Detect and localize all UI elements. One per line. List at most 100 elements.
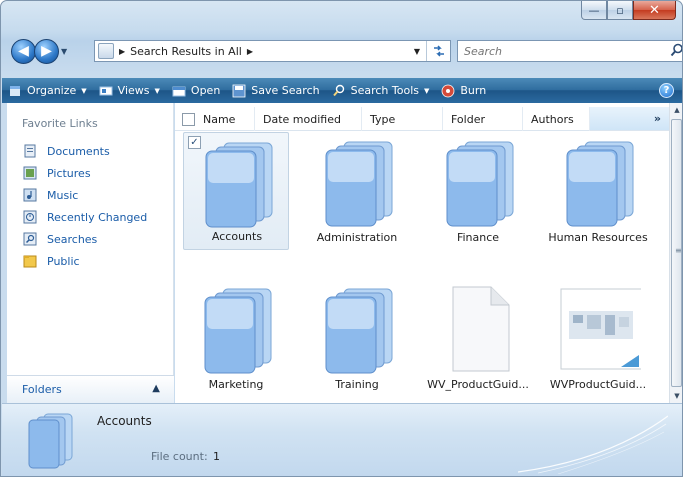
search-folder-icon (98, 43, 114, 59)
column-header-name[interactable]: Name (175, 107, 255, 131)
views-icon (99, 86, 113, 95)
organize-icon (10, 85, 20, 96)
views-button[interactable]: Views ▼ (93, 78, 166, 103)
refresh-button[interactable] (426, 41, 450, 61)
forward-button[interactable]: ▶ (34, 38, 59, 64)
column-headers: Name Date modified Type Folder Authors » (175, 107, 669, 131)
search-input[interactable] (464, 44, 664, 58)
help-icon: ? (663, 85, 670, 96)
file-tile-wvproductguide-image[interactable]: WVProductGuid... (545, 279, 651, 397)
favorite-link-public[interactable]: Public (23, 250, 147, 272)
minimize-button[interactable]: — (581, 1, 607, 20)
address-dropdown-icon[interactable]: ▼ (414, 47, 420, 56)
refresh-icon (433, 45, 444, 57)
favorite-link-pictures[interactable]: Pictures (23, 162, 147, 184)
open-icon (172, 86, 186, 96)
recently-changed-icon (23, 210, 37, 224)
folder-icon (446, 141, 514, 227)
folder-tile-training[interactable]: Training (304, 279, 410, 397)
folder-tile-accounts[interactable]: ✓ Accounts (183, 132, 289, 250)
folder-tile-human-resources[interactable]: Human Resources (545, 132, 651, 250)
favorite-links-heading: Favorite Links (22, 117, 98, 130)
save-search-icon (232, 84, 246, 97)
scroll-down-arrow-icon[interactable]: ▼ (670, 389, 682, 403)
folders-bar[interactable]: Folders ▲ (7, 375, 174, 403)
folder-icon (325, 141, 393, 227)
item-label: Human Resources (548, 231, 648, 244)
favorite-link-music[interactable]: Music (23, 184, 147, 206)
folder-icon (566, 141, 634, 227)
public-folder-icon (23, 255, 37, 268)
document-icon (452, 286, 510, 372)
help-button[interactable]: ? (659, 83, 674, 98)
search-box[interactable] (457, 40, 683, 62)
folder-tile-administration[interactable]: Administration (304, 132, 410, 250)
searches-icon (23, 232, 37, 246)
open-button[interactable]: Open (166, 78, 226, 103)
maximize-icon: ▫ (616, 3, 624, 17)
save-search-button[interactable]: Save Search (226, 78, 325, 103)
item-label: Accounts (211, 230, 263, 243)
close-button[interactable]: ✕ (633, 1, 676, 20)
select-all-checkbox[interactable] (182, 112, 195, 126)
column-header-date-modified[interactable]: Date modified (255, 107, 362, 131)
chevron-down-icon: ▼ (154, 86, 160, 95)
more-columns-button[interactable]: » (590, 107, 669, 130)
favorite-links-list: Documents Pictures Music Recently Change… (23, 140, 147, 272)
documents-icon (24, 144, 36, 158)
favorite-link-label: Searches (47, 232, 98, 246)
details-pane: Accounts File count: 1 (2, 403, 682, 476)
item-label: Finance (456, 231, 500, 244)
vertical-scrollbar[interactable]: ▲ ≡ ▼ (669, 103, 682, 403)
organize-button[interactable]: Organize ▼ (2, 78, 93, 103)
column-authors-label: Authors (531, 112, 574, 126)
pictures-icon (23, 166, 37, 180)
views-label: Views (117, 84, 150, 97)
magnifier-icon (332, 84, 344, 96)
search-icon[interactable] (670, 43, 683, 57)
command-bar: Organize ▼ Views ▼ Open Save Search Search… (2, 78, 682, 103)
organize-label: Organize (27, 84, 77, 97)
chevron-up-icon[interactable]: ▲ (152, 383, 160, 394)
forward-arrow-icon: ▶ (41, 43, 52, 59)
favorite-link-documents[interactable]: Documents (23, 140, 147, 162)
folder-tile-finance[interactable]: Finance (425, 132, 531, 250)
address-bar[interactable]: ▶ Search Results in All ▶ ▼ (94, 40, 451, 62)
favorite-link-searches[interactable]: Searches (23, 228, 147, 250)
favorite-link-label: Recently Changed (47, 210, 148, 224)
column-header-folder[interactable]: Folder (443, 107, 523, 131)
scroll-up-arrow-icon[interactable]: ▲ (670, 103, 682, 117)
recent-pages-dropdown[interactable]: ▼ (61, 47, 71, 56)
maximize-button[interactable]: ▫ (607, 1, 633, 20)
grip-icon: ≡ (675, 246, 682, 255)
chevron-down-icon: ▼ (423, 86, 430, 95)
breadcrumb-chevron-icon[interactable]: ▶ (247, 47, 253, 56)
music-icon (23, 188, 37, 202)
item-label: WV_ProductGuid... (427, 378, 529, 391)
file-tile-wv-productguide-doc[interactable]: WV_ProductGuid... (425, 279, 531, 397)
close-icon: ✕ (649, 2, 660, 18)
address-row: ◀ ▶ ▼ ▶ Search Results in All ▶ ▼ (11, 38, 682, 64)
scroll-thumb[interactable]: ≡ (671, 119, 682, 387)
explorer-window: — ▫ ✕ ◀ ▶ ▼ ▶ Search Results in All ▶ ▼ (0, 0, 683, 477)
burn-button[interactable]: Burn (435, 78, 492, 103)
favorite-link-recently-changed[interactable]: Recently Changed (23, 206, 147, 228)
item-label: WVProductGuid... (549, 378, 647, 391)
breadcrumb-search-results[interactable]: Search Results in All (130, 45, 242, 58)
breadcrumb-chevron-icon[interactable]: ▶ (119, 47, 125, 56)
search-tools-button[interactable]: Search Tools ▼ (326, 78, 436, 103)
folders-label: Folders (22, 383, 62, 396)
favorite-link-label: Documents (47, 144, 110, 158)
file-list: Name Date modified Type Folder Authors »… (175, 103, 682, 403)
column-date-label: Date modified (263, 112, 341, 126)
save-search-label: Save Search (251, 84, 320, 97)
item-label: Marketing (208, 378, 264, 391)
favorite-link-label: Public (47, 254, 80, 268)
back-button[interactable]: ◀ (11, 38, 36, 64)
column-header-type[interactable]: Type (362, 107, 443, 131)
folder-icon (204, 288, 272, 374)
folder-tile-marketing[interactable]: Marketing (183, 279, 289, 397)
details-file-count-value: 1 (213, 450, 220, 463)
column-header-authors[interactable]: Authors (523, 107, 590, 131)
search-tools-label: Search Tools (350, 84, 419, 97)
